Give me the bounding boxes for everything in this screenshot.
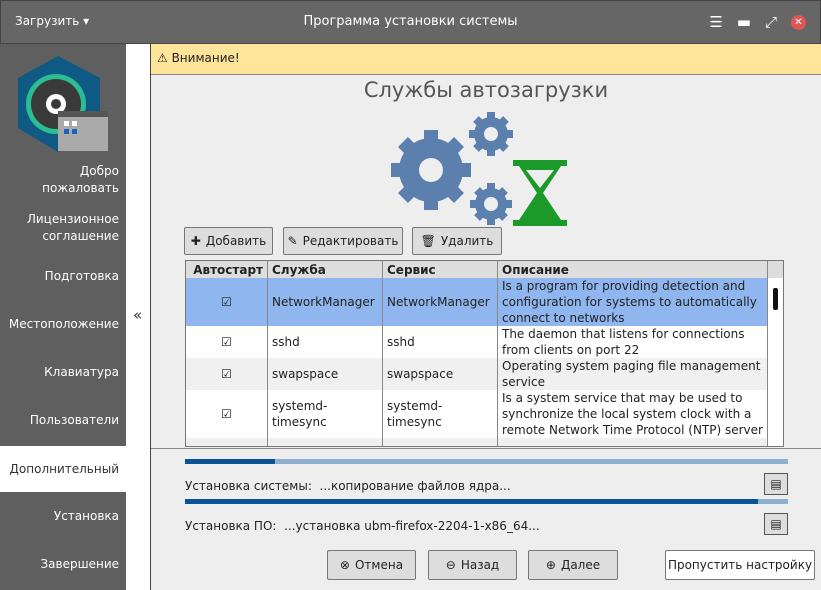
main-panel: ⚠ Внимание! Службы автозагрузки ✚ Добавит…	[151, 44, 821, 590]
system-log-button[interactable]: ▤	[764, 473, 788, 495]
next-label: Далее	[560, 558, 601, 572]
sidebar-item-welcome[interactable]: Добро пожаловать	[0, 156, 126, 204]
back-label: Назад	[460, 558, 500, 572]
minimize-icon[interactable]: ▬	[737, 13, 751, 31]
sidebar-item-keyboard[interactable]: Клавиатура	[0, 348, 126, 396]
arrow-right-icon: ⊕	[545, 558, 556, 572]
service-description: Operating system paging file management …	[498, 358, 768, 390]
sidebar-item-license[interactable]: Лицензионное соглашение	[0, 204, 126, 252]
software-log-button[interactable]: ▤	[764, 513, 788, 535]
close-icon[interactable]: ✕	[791, 14, 806, 30]
sidebar-item-users[interactable]: Пользователи	[0, 396, 126, 444]
warning-bar[interactable]: ⚠ Внимание!	[151, 44, 821, 75]
table-row[interactable]: ☑ NetworkManager NetworkManager Is a pro…	[186, 278, 783, 326]
edit-label: Редактировать	[302, 234, 399, 248]
service-name: swapspace	[268, 358, 383, 390]
maximize-icon[interactable]: ⤢	[765, 13, 777, 31]
software-progress-label: Установка ПО: ...установка ubm-firefox-2…	[185, 519, 540, 533]
add-label: Добавить	[205, 234, 267, 248]
autostart-checkbox[interactable]: ☑	[186, 326, 268, 358]
back-button[interactable]: ⊖ Назад	[428, 550, 517, 580]
column-service[interactable]: Служба	[268, 261, 383, 278]
window-title: Программа установки системы	[303, 14, 518, 29]
service-description: The daemon that listens for connections …	[498, 326, 768, 358]
skip-setup-button[interactable]: Пропустить настройку	[665, 550, 815, 580]
plus-icon: ✚	[190, 234, 201, 248]
table-scrollbar[interactable]	[767, 278, 783, 446]
next-button[interactable]: ⊕ Далее	[528, 550, 618, 580]
sidebar-item-install[interactable]: Установка	[0, 492, 126, 540]
trash-icon: 🗑	[420, 234, 436, 248]
service-name: sshd	[268, 326, 383, 358]
service-description: Is a system service that may be used to …	[498, 390, 768, 438]
arrow-left-icon: ⊖	[445, 558, 456, 572]
service-description: Is a program for providing detection and…	[498, 278, 768, 326]
service-unit: swapspace	[383, 358, 498, 390]
table-row[interactable]: ☑ sshd sshd The daemon that listens for …	[186, 326, 783, 358]
app-logo	[18, 56, 108, 152]
service-unit: NetworkManager	[383, 278, 498, 326]
autostart-checkbox[interactable]: ☑	[186, 358, 268, 390]
cancel-button[interactable]: ⊗ Отмена	[327, 550, 416, 580]
sidebar-item-finish[interactable]: Завершение	[0, 540, 126, 588]
software-progress-bar	[185, 499, 788, 504]
autostart-checkbox[interactable]: ☑	[186, 390, 268, 438]
delete-label: Удалить	[440, 234, 494, 248]
sidebar: Добро пожаловать Лицензионное соглашение…	[0, 44, 126, 590]
edit-button[interactable]: ✎ Редактировать	[283, 227, 403, 255]
pencil-icon: ✎	[287, 234, 298, 248]
services-gears-icon	[391, 112, 567, 226]
title-bar: Загрузить ▾ Программа установки системы …	[0, 0, 821, 44]
sidebar-toggle-strip: «	[126, 44, 151, 590]
service-name: systemd-timesync	[268, 390, 383, 438]
system-progress-fill	[185, 459, 276, 464]
software-progress-fill	[185, 499, 758, 504]
sidebar-item-preparation[interactable]: Подготовка	[0, 252, 126, 300]
system-progress-bar	[185, 459, 788, 464]
delete-button[interactable]: 🗑 Удалить	[412, 227, 502, 255]
add-button[interactable]: ✚ Добавить	[184, 227, 273, 255]
column-autostart[interactable]: Автостарт	[186, 261, 268, 278]
column-description[interactable]: Описание	[498, 261, 768, 278]
hamburger-menu-icon[interactable]: ☰	[709, 13, 722, 31]
table-header: Автостарт Служба Сервис Описание	[186, 261, 783, 278]
sidebar-item-location[interactable]: Местоположение	[0, 300, 126, 348]
progress-panel: Установка системы: ...копирование файлов…	[151, 448, 821, 590]
system-progress-label: Установка системы: ...копирование файлов…	[185, 479, 511, 493]
services-table: Автостарт Служба Сервис Описание ☑ Netwo…	[185, 260, 784, 447]
warning-icon: ⚠	[157, 51, 172, 65]
sidebar-item-additional[interactable]: Дополнительный	[0, 446, 126, 492]
cancel-label: Отмена	[354, 558, 404, 572]
table-row[interactable]	[186, 438, 783, 446]
service-unit: systemd-timesync	[383, 390, 498, 438]
collapse-sidebar-button[interactable]: «	[133, 306, 142, 324]
warning-text: Внимание!	[171, 51, 240, 65]
page-title: Службы автозагрузки	[363, 78, 609, 102]
service-unit: sshd	[383, 326, 498, 358]
scrollbar-thumb[interactable]	[773, 288, 778, 310]
cancel-icon: ⊗	[339, 558, 350, 572]
table-row[interactable]: ☑ systemd-timesync systemd-timesync Is a…	[186, 390, 783, 438]
autostart-checkbox[interactable]: ☑	[186, 278, 268, 326]
column-unit[interactable]: Сервис	[383, 261, 498, 278]
table-row[interactable]: ☑ swapspace swapspace Operating system p…	[186, 358, 783, 390]
service-name: NetworkManager	[268, 278, 383, 326]
